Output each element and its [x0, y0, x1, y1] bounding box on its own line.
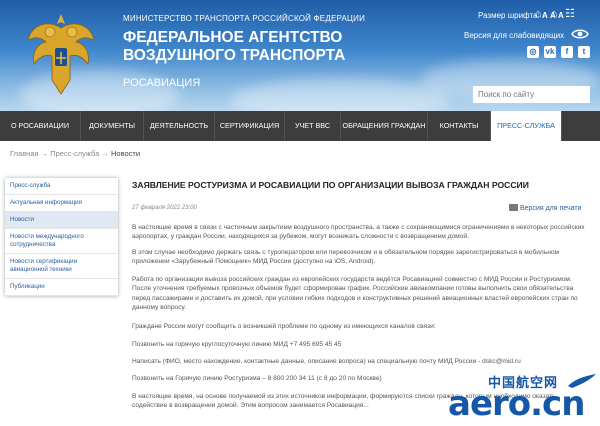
- home-icon[interactable]: ⌂: [548, 8, 560, 20]
- nav-item-documents[interactable]: Документы: [81, 111, 144, 141]
- facebook-icon[interactable]: f: [561, 46, 573, 58]
- sidebar-item-publications[interactable]: Публикации: [5, 279, 118, 296]
- sidebar-menu: Пресс-служба Актуальная информация Новос…: [5, 178, 118, 296]
- print-version-link[interactable]: Версия для печати: [509, 204, 581, 212]
- ministry-name: МИНИСТЕРСТВО ТРАНСПОРТА РОССИЙСКОЙ ФЕДЕР…: [123, 14, 366, 23]
- nav-item-press[interactable]: Пресс-служба: [491, 111, 562, 141]
- sitemap-tree-icon[interactable]: ☷: [564, 8, 576, 20]
- aero-cn-watermark: 中国航空网 aero.cn: [448, 368, 600, 426]
- social-links: ◎ vk f t: [527, 46, 590, 58]
- sidebar-item-cert-news[interactable]: Новости сертификации авиационной техники: [5, 254, 118, 279]
- sidebar-item-press[interactable]: Пресс-служба: [5, 178, 118, 195]
- site-header: МИНИСТЕРСТВО ТРАНСПОРТА РОССИЙСКОЙ ФЕДЕР…: [0, 0, 600, 111]
- breadcrumb-home[interactable]: Главная: [10, 149, 39, 158]
- breadcrumb-separator: →: [101, 149, 109, 158]
- coat-of-arms-logo[interactable]: [26, 10, 96, 98]
- nav-item-citizen-appeals[interactable]: Обращения граждан: [341, 111, 428, 141]
- sidebar-item-news[interactable]: Новости: [5, 212, 118, 229]
- search-input[interactable]: [473, 86, 590, 103]
- breadcrumb-section[interactable]: Пресс-служба: [50, 149, 99, 158]
- article-paragraph: В этом случае необходимо держать связь с…: [132, 249, 560, 266]
- watermark-main-text: aero.cn: [448, 384, 585, 424]
- instagram-icon[interactable]: ◎: [527, 46, 539, 58]
- nav-item-contacts[interactable]: Контакты: [428, 111, 491, 141]
- nav-item-aircraft-registry[interactable]: Учет ВВС: [285, 111, 341, 141]
- vk-icon[interactable]: vk: [544, 46, 556, 58]
- article-paragraph: Граждане России могут сообщить о возникш…: [132, 323, 436, 330]
- eye-icon[interactable]: [571, 28, 589, 40]
- printer-icon: [509, 204, 518, 211]
- twitter-icon[interactable]: t: [578, 46, 590, 58]
- top-icons: ⌂ ⌂ ☷: [532, 8, 576, 20]
- agency-name-line1: ФЕДЕРАЛЬНОЕ АГЕНТСТВО: [123, 29, 343, 46]
- main-nav: О Росавиации Документы Деятельность Серт…: [0, 111, 600, 141]
- agency-name[interactable]: ФЕДЕРАЛЬНОЕ АГЕНТСТВО ВОЗДУШНОГО ТРАНСПО…: [123, 29, 345, 65]
- agency-short-name: РОСАВИАЦИЯ: [123, 77, 201, 89]
- plane-icon: [568, 374, 596, 388]
- article-paragraph: Позвонить на горячую круглосуточную лини…: [132, 341, 342, 348]
- sidebar-item-intl-news[interactable]: Новости международного сотрудничества: [5, 229, 118, 254]
- breadcrumb: Главная → Пресс-служба → Новости: [10, 149, 140, 158]
- nav-item-activity[interactable]: Деятельность: [144, 111, 215, 141]
- article-paragraph: Написать (ФИО, место нахождение, контакт…: [132, 358, 521, 365]
- visually-impaired-link[interactable]: Версия для слабовидящих: [464, 31, 564, 40]
- agency-name-line2: ВОЗДУШНОГО ТРАНСПОРТА: [123, 47, 346, 64]
- article-date: 27 февраля 2022 23:00: [132, 205, 197, 211]
- print-version-label: Версия для печати: [520, 205, 582, 212]
- sitemap-icon[interactable]: ⌂: [532, 8, 544, 20]
- article-paragraph: В настоящее время в связи с частичным за…: [132, 224, 585, 241]
- sidebar-item-actual-info[interactable]: Актуальная информация: [5, 195, 118, 212]
- nav-item-about[interactable]: О Росавиации: [0, 111, 81, 141]
- breadcrumb-separator: →: [40, 149, 49, 158]
- font-size-label: Размер шрифта:: [478, 11, 540, 20]
- article-paragraph: Работа по организации вывоза российских …: [132, 276, 578, 312]
- breadcrumb-current: Новости: [111, 149, 141, 158]
- nav-item-certification[interactable]: Сертификация: [215, 111, 285, 141]
- article-title: Заявление Ростуризма и Росавиации по орг…: [132, 180, 529, 190]
